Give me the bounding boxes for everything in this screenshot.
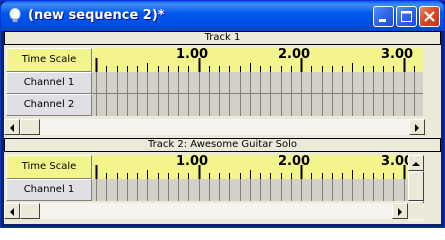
track-2-scroll-right-button[interactable] [392, 203, 408, 219]
arrow-up-icon [412, 162, 420, 166]
track-2-time-scale-label[interactable]: Time Scale [6, 155, 92, 179]
title-bar[interactable]: (new sequence 2)* [1, 1, 444, 31]
track-2-grid[interactable] [92, 179, 408, 201]
track-2-scroll-track[interactable] [40, 203, 392, 219]
track-1-ruler-label-1: 1.00 [176, 48, 209, 62]
track-1-scroll-track[interactable] [40, 119, 409, 135]
track-2-hscrollbar[interactable] [4, 203, 408, 219]
track-1-hscrollbar[interactable] [4, 119, 425, 135]
track-1-header[interactable]: Track 1 [4, 31, 441, 45]
track-1-scroll-right-button[interactable] [409, 119, 425, 135]
track-2-ruler-label-2: 2.00 [278, 155, 311, 169]
minimize-button[interactable] [373, 6, 394, 27]
arrow-right-icon [415, 124, 419, 132]
track-2-header[interactable]: Track 2: Awesome Guitar Solo [4, 138, 441, 152]
maximize-button[interactable] [396, 6, 417, 27]
track-1-time-scale-label[interactable]: Time Scale [6, 48, 92, 72]
close-icon [424, 11, 435, 22]
track-1-side [423, 72, 439, 116]
lightbulb-icon [9, 8, 21, 23]
track-1-channel-1-label[interactable]: Channel 1 [6, 72, 92, 94]
track-1-ruler-label-3: 3.00 [381, 48, 414, 62]
track-1-ruler[interactable]: 1.00 2.00 3.00 [92, 48, 423, 72]
track-1-corner [423, 48, 439, 72]
track-1-channel-2-label[interactable]: Channel 2 [6, 94, 92, 116]
window-title: (new sequence 2)* [28, 8, 165, 23]
track-2-ruler-label-3: 3.00 [381, 155, 408, 169]
track-2-vscroll-thumb[interactable] [408, 171, 424, 201]
track-1-scroll-left-button[interactable] [4, 119, 20, 135]
track-2-channel-1-label[interactable]: Channel 1 [6, 179, 92, 201]
arrow-left-icon [10, 124, 14, 132]
track-1-ruler-ticks [95, 58, 415, 72]
track-2-ruler-ticks [95, 165, 406, 179]
arrow-right-icon [398, 208, 402, 216]
maximize-icon [401, 11, 412, 22]
track-2-scroll-up-button[interactable] [408, 155, 424, 171]
track-1-ruler-label-2: 2.00 [278, 48, 311, 62]
arrow-left-icon [10, 208, 14, 216]
track-2-scroll-thumb[interactable] [20, 203, 40, 219]
track-2-ruler-label-1: 1.00 [176, 155, 209, 169]
size-grip[interactable] [408, 203, 424, 219]
track-2-ruler[interactable]: 1.00 2.00 3.00 [92, 155, 408, 179]
minimize-icon [379, 19, 386, 22]
track-2-scroll-left-button[interactable] [4, 203, 20, 219]
close-button[interactable] [419, 6, 440, 27]
track-2-grid-cells [92, 179, 408, 201]
sequence-window: (new sequence 2)* Track 1 Time Scale 1.0… [0, 0, 445, 228]
track-1-grid[interactable] [92, 72, 423, 116]
track-1-grid-cells [92, 72, 423, 116]
client-area: Track 1 Time Scale 1.00 2.00 3.00 Channe… [4, 31, 441, 224]
track-1-scroll-thumb[interactable] [20, 119, 40, 135]
